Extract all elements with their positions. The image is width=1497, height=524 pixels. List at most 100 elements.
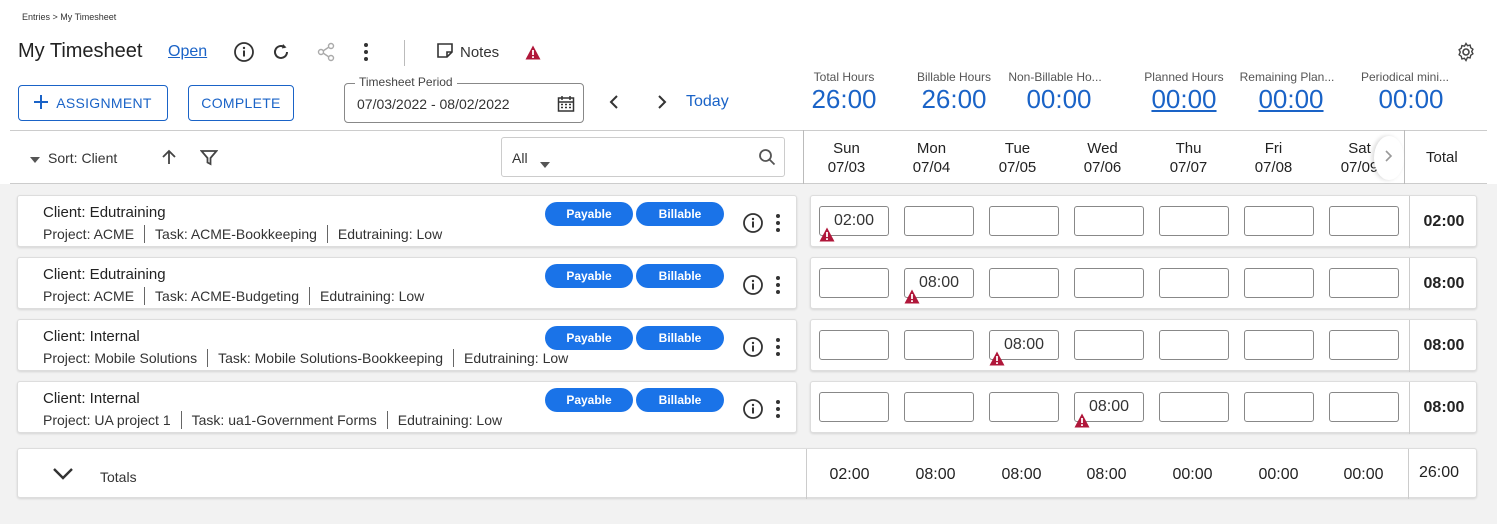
- stat-planned-hours[interactable]: Planned Hours 00:00: [1139, 70, 1229, 115]
- row-total: 08:00: [1409, 258, 1478, 310]
- status-link[interactable]: Open: [168, 43, 207, 61]
- search-icon[interactable]: [758, 148, 776, 171]
- notes-button[interactable]: Notes: [436, 42, 499, 62]
- info-icon[interactable]: [742, 398, 764, 425]
- stat-remaining-planned[interactable]: Remaining Plan... 00:00: [1237, 70, 1337, 115]
- total-day-sun: 02:00: [829, 466, 870, 483]
- breadcrumb[interactable]: Entries > My Timesheet: [22, 12, 116, 22]
- more-vertical-icon[interactable]: [774, 399, 782, 424]
- hours-input-tue[interactable]: [989, 268, 1059, 298]
- hours-input-sun[interactable]: [819, 392, 889, 422]
- caret-down-icon[interactable]: [540, 155, 550, 173]
- filter-search-field[interactable]: All: [501, 137, 785, 177]
- hours-input-sun[interactable]: [819, 268, 889, 298]
- day-header-mon: Mon 07/04: [912, 140, 951, 176]
- stat-total-hours: Total Hours 26:00: [811, 70, 877, 114]
- hours-input-sat[interactable]: [1329, 330, 1399, 360]
- filter-select-value[interactable]: All: [512, 150, 528, 166]
- warning-icon[interactable]: [989, 351, 1005, 371]
- hours-input-thu[interactable]: [1159, 206, 1229, 236]
- total-column-divider: [1404, 130, 1405, 184]
- hours-input-thu[interactable]: [1159, 330, 1229, 360]
- row-client: Client: Internal: [43, 328, 140, 345]
- hours-input-mon[interactable]: [904, 330, 974, 360]
- assignment-row-info[interactable]: Client: Internal Project: Mobile Solutio…: [17, 319, 797, 371]
- info-icon[interactable]: [742, 336, 764, 363]
- sort-control[interactable]: Sort: Client: [30, 150, 117, 166]
- hours-input-sat[interactable]: [1329, 268, 1399, 298]
- hours-input-mon[interactable]: [904, 392, 974, 422]
- sort-label: Sort: Client: [48, 150, 118, 166]
- complete-button[interactable]: COMPLETE: [188, 85, 294, 121]
- row-total: 08:00: [1409, 320, 1478, 372]
- info-icon[interactable]: [233, 41, 255, 63]
- row-project: Project: UA project 1: [43, 412, 171, 428]
- more-vertical-icon[interactable]: [774, 337, 782, 362]
- scroll-right-button[interactable]: [1374, 136, 1404, 180]
- sort-ascending-arrow-icon[interactable]: [160, 148, 178, 171]
- day-header-tue: Tue 07/05: [998, 140, 1037, 176]
- hours-input-fri[interactable]: [1244, 392, 1314, 422]
- hours-input-thu[interactable]: [1159, 392, 1229, 422]
- row-project: Project: ACME: [43, 226, 135, 242]
- hours-input-sun[interactable]: [819, 330, 889, 360]
- stat-non-billable-hours: Non-Billable Ho... 00:00: [1008, 70, 1102, 114]
- more-vertical-icon[interactable]: [774, 275, 782, 300]
- hours-input-wed[interactable]: [1074, 206, 1144, 236]
- day-header-thu: Thu 07/07: [1169, 140, 1208, 176]
- meta-divider: [386, 411, 388, 429]
- row-actions: [742, 212, 782, 239]
- previous-period-chevron-icon[interactable]: [607, 94, 621, 115]
- total-day-tue: 08:00: [1001, 466, 1042, 483]
- meta-divider: [207, 349, 209, 367]
- refresh-icon[interactable]: [270, 41, 292, 63]
- hours-input-mon[interactable]: [904, 206, 974, 236]
- row-client: Client: Edutraining: [43, 266, 166, 283]
- totals-bar: Totals 02:00 08:00 08:00 08:00 00:00 00:…: [17, 448, 1477, 499]
- hours-input-fri[interactable]: [1244, 330, 1314, 360]
- stat-periodical-minimum: Periodical mini... 00:00: [1360, 70, 1450, 114]
- today-link[interactable]: Today: [686, 93, 729, 111]
- hours-input-wed[interactable]: [1074, 268, 1144, 298]
- info-icon[interactable]: [742, 274, 764, 301]
- next-period-chevron-icon[interactable]: [655, 94, 669, 115]
- warning-icon[interactable]: [525, 45, 541, 65]
- warning-icon[interactable]: [1074, 413, 1090, 433]
- row-task: Task: ACME-Budgeting: [155, 288, 299, 304]
- hours-input-sat[interactable]: [1329, 206, 1399, 236]
- meta-divider: [326, 225, 328, 243]
- hours-input-fri[interactable]: [1244, 268, 1314, 298]
- total-day-mon: 08:00: [915, 466, 956, 483]
- assignment-row-info[interactable]: Client: Edutraining Project: ACME Task: …: [17, 195, 797, 247]
- hours-input-tue[interactable]: [989, 392, 1059, 422]
- row-meta: Project: UA project 1 Task: ua1-Governme…: [43, 411, 502, 429]
- total-column-header: Total: [1426, 149, 1458, 166]
- add-assignment-button[interactable]: ASSIGNMENT: [18, 85, 168, 121]
- warning-icon[interactable]: [819, 227, 835, 247]
- calendar-icon[interactable]: [557, 95, 575, 118]
- info-icon[interactable]: [742, 212, 764, 239]
- hours-input-sat[interactable]: [1329, 392, 1399, 422]
- more-vertical-icon[interactable]: [355, 41, 377, 63]
- assignment-row-hours: 08:00 08:00: [810, 381, 1477, 434]
- hours-input-tue[interactable]: [989, 206, 1059, 236]
- row-meta: Project: Mobile Solutions Task: Mobile S…: [43, 349, 568, 367]
- assignment-row-info[interactable]: Client: Edutraining Project: ACME Task: …: [17, 257, 797, 309]
- total-day-fri: 00:00: [1258, 466, 1299, 483]
- settings-gear-icon[interactable]: [1456, 42, 1476, 67]
- row-client: Client: Edutraining: [43, 204, 166, 221]
- filter-icon[interactable]: [199, 149, 219, 172]
- warning-icon[interactable]: [904, 289, 920, 309]
- hours-input-wed[interactable]: [1074, 330, 1144, 360]
- assignment-row-hours: 08:00 08:00: [810, 319, 1478, 372]
- hours-input-fri[interactable]: [1244, 206, 1314, 236]
- more-vertical-icon[interactable]: [774, 213, 782, 238]
- grand-total: 26:00: [1418, 464, 1460, 481]
- assignment-row-info[interactable]: Client: Internal Project: UA project 1 T…: [17, 381, 797, 433]
- hours-input-thu[interactable]: [1159, 268, 1229, 298]
- share-icon[interactable]: [315, 41, 337, 63]
- row-actions: [742, 274, 782, 301]
- chevron-down-icon[interactable]: [52, 467, 74, 486]
- timesheet-period-field[interactable]: Timesheet Period 07/03/2022 - 08/02/2022: [344, 75, 584, 123]
- page-title: My Timesheet: [18, 40, 143, 62]
